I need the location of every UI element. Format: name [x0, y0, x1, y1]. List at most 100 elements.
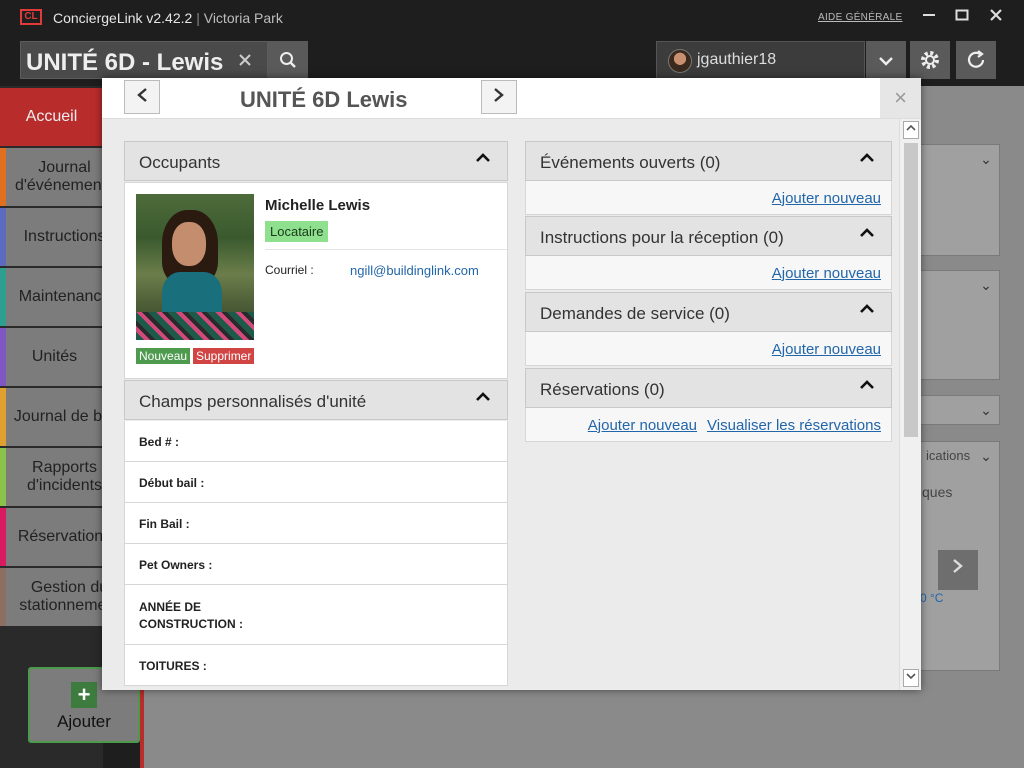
open-events-section-header[interactable]: Événements ouverts (0): [525, 141, 892, 181]
search-button[interactable]: [268, 41, 308, 79]
view-reservations-link[interactable]: Visualiser les réservations: [707, 417, 881, 434]
sidebar-item-unites[interactable]: Unités: [0, 328, 103, 386]
refresh-icon: [967, 50, 985, 68]
gear-icon: [921, 51, 939, 69]
title-bar: CL ConciergeLink v2.42.2 | Victoria Park…: [0, 0, 1024, 36]
next-arrow-button[interactable]: [938, 550, 978, 590]
sidebar-item-label: Réservations: [17, 528, 103, 545]
email-link[interactable]: ngill@buildinglink.com: [350, 263, 479, 278]
chevron-right-icon: [494, 88, 504, 102]
custom-field-row: Fin Bail :: [124, 503, 508, 544]
open-events-title: Événements ouverts (0): [540, 153, 721, 172]
custom-field-row: TOITURES :: [124, 645, 508, 686]
sidebar-item-journal-evenements[interactable]: Journal d'événements: [0, 148, 103, 206]
custom-field-row: ANNÉE DE CONSTRUCTION :: [124, 585, 508, 645]
reservations-section-header[interactable]: Réservations (0): [525, 368, 892, 408]
custom-field-row: Bed # :: [124, 421, 508, 462]
unit-modal: UNITÉ 6D Lewis × Occupants Michelle Lewi…: [102, 78, 921, 690]
sidebar-item-instructions[interactable]: Instructions: [0, 208, 103, 266]
search-icon: [280, 52, 296, 68]
service-requests-actions: Ajouter nouveau: [525, 332, 892, 366]
modal-close-button[interactable]: ×: [880, 78, 921, 118]
sidebar-item-stationnement[interactable]: Gestion du stationnement: [0, 568, 103, 626]
chevron-down-icon[interactable]: ⌄: [972, 271, 1000, 299]
next-unit-button[interactable]: [481, 80, 517, 114]
sidebar-item-rapports-incidents[interactable]: Rapports d'incidents: [0, 448, 103, 506]
unit-search-field[interactable]: UNITÉ 6D - Lewis: [20, 41, 268, 79]
delete-occupant-button[interactable]: Supprimer: [193, 348, 255, 364]
unit-search-value: UNITÉ 6D - Lewis: [26, 49, 224, 76]
occupants-title: Occupants: [139, 153, 221, 172]
new-occupant-button[interactable]: Nouveau: [136, 348, 191, 364]
scroll-up-button[interactable]: [903, 121, 919, 139]
help-link[interactable]: AIDE GÉNÉRALE: [818, 12, 902, 23]
chevron-down-icon[interactable]: ⌄: [972, 396, 1000, 424]
divider: [265, 249, 507, 250]
chevron-up-icon: [906, 124, 916, 131]
chevron-right-icon: [953, 559, 963, 573]
scrollbar-thumb[interactable]: [904, 143, 918, 437]
sidebar-item-reservations[interactable]: Réservations: [0, 508, 103, 566]
modal-title: UNITÉ 6D Lewis: [240, 87, 408, 112]
add-instruction-link[interactable]: Ajouter nouveau: [772, 265, 881, 282]
clear-icon: [239, 54, 251, 66]
service-requests-section-header[interactable]: Demandes de service (0): [525, 292, 892, 332]
custom-field-row: Pet Owners :: [124, 544, 508, 585]
clear-search-button[interactable]: [239, 50, 251, 71]
chevron-up-icon: [860, 304, 874, 313]
sidebar-item-label: Accueil: [25, 108, 78, 125]
chevron-up-icon: [476, 392, 490, 401]
tenant-badge: Locataire: [265, 221, 329, 242]
chevron-up-icon: [860, 153, 874, 162]
sidebar-item-accueil[interactable]: Accueil: [0, 88, 103, 146]
sidebar-item-label: Rapports d'incidents: [26, 459, 103, 494]
sidebar-item-journal-de-bord[interactable]: Journal de bord: [0, 388, 103, 446]
occupants-section-header[interactable]: Occupants: [124, 141, 508, 181]
add-service-request-link[interactable]: Ajouter nouveau: [772, 341, 881, 358]
reservations-title: Réservations (0): [540, 380, 665, 399]
sidebar-item-label: Maintenance: [18, 288, 103, 305]
reservations-actions: Ajouter nouveau Visualiser les réservatio…: [525, 408, 892, 442]
minimize-button[interactable]: [918, 6, 940, 28]
close-icon: ×: [894, 85, 907, 110]
sidebar-item-label: Unités: [31, 348, 78, 365]
app-logo: CL: [20, 9, 42, 25]
maximize-icon: [955, 9, 969, 21]
previous-unit-button[interactable]: [124, 80, 160, 114]
email-label: Courriel :: [265, 263, 314, 277]
add-reservation-link[interactable]: Ajouter nouveau: [588, 417, 697, 434]
add-event-link[interactable]: Ajouter nouveau: [772, 190, 881, 207]
panel-text-partial: ques: [922, 484, 953, 500]
chevron-up-icon: [476, 153, 490, 162]
sidebar-item-maintenance[interactable]: Maintenance: [0, 268, 103, 326]
custom-field-label: ANNÉE DE CONSTRUCTION :: [139, 600, 243, 631]
modal-body: Occupants Michelle Lewis Locataire Courr…: [102, 118, 921, 690]
sidebar-item-label: Gestion du stationnement: [19, 579, 103, 614]
chevron-down-icon[interactable]: ⌄: [972, 442, 1000, 470]
scroll-down-button[interactable]: [903, 669, 919, 687]
instructions-section-header[interactable]: Instructions pour la réception (0): [525, 216, 892, 256]
refresh-button[interactable]: [956, 41, 996, 79]
settings-button[interactable]: [910, 41, 950, 79]
minimize-icon: [923, 14, 935, 16]
temperature-partial: 0 °C: [920, 591, 944, 605]
chevron-down-icon[interactable]: ⌄: [972, 145, 1000, 173]
maximize-button[interactable]: [951, 6, 973, 28]
instructions-title: Instructions pour la réception (0): [540, 228, 784, 247]
custom-fields-section-header[interactable]: Champs personnalisés d'unité: [124, 380, 508, 420]
plus-icon: +: [71, 682, 97, 708]
modal-scrollbar[interactable]: [899, 119, 921, 690]
chevron-down-icon: [879, 57, 893, 66]
sidebar-item-label: Journal d'événements: [14, 159, 103, 194]
window-close-button[interactable]: [985, 6, 1007, 28]
custom-fields-title: Champs personnalisés d'unité: [139, 392, 367, 411]
modal-header: UNITÉ 6D Lewis ×: [102, 78, 921, 118]
user-menu[interactable]: jgauthier18: [656, 41, 865, 79]
sidebar-item-label: Instructions: [23, 228, 103, 245]
app-window: CL ConciergeLink v2.42.2 | Victoria Park…: [0, 0, 1024, 768]
panel-title-partial: ications: [926, 448, 971, 463]
occupant-name[interactable]: Michelle Lewis: [265, 197, 370, 214]
user-dropdown-button[interactable]: [866, 41, 906, 79]
instructions-actions: Ajouter nouveau: [525, 256, 892, 290]
occupant-photo: [136, 194, 254, 340]
